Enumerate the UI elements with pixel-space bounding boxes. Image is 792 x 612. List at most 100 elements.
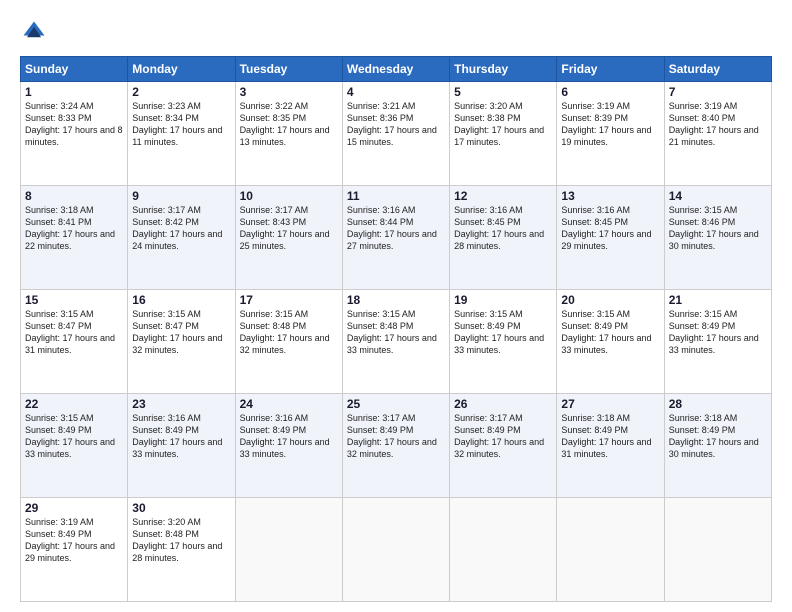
cell-details: Sunrise: 3:15 AMSunset: 8:48 PMDaylight:…: [240, 308, 338, 357]
calendar-cell: [557, 498, 664, 602]
day-number: 15: [25, 293, 123, 307]
cell-details: Sunrise: 3:20 AMSunset: 8:48 PMDaylight:…: [132, 516, 230, 565]
calendar-cell: 19Sunrise: 3:15 AMSunset: 8:49 PMDayligh…: [450, 290, 557, 394]
cell-details: Sunrise: 3:17 AMSunset: 8:43 PMDaylight:…: [240, 204, 338, 253]
cell-details: Sunrise: 3:22 AMSunset: 8:35 PMDaylight:…: [240, 100, 338, 149]
cell-details: Sunrise: 3:16 AMSunset: 8:44 PMDaylight:…: [347, 204, 445, 253]
calendar-cell: 21Sunrise: 3:15 AMSunset: 8:49 PMDayligh…: [664, 290, 771, 394]
cell-details: Sunrise: 3:18 AMSunset: 8:49 PMDaylight:…: [561, 412, 659, 461]
cell-details: Sunrise: 3:16 AMSunset: 8:49 PMDaylight:…: [240, 412, 338, 461]
calendar-header-wednesday: Wednesday: [342, 57, 449, 82]
cell-details: Sunrise: 3:17 AMSunset: 8:42 PMDaylight:…: [132, 204, 230, 253]
calendar-cell: [664, 498, 771, 602]
calendar-cell: 14Sunrise: 3:15 AMSunset: 8:46 PMDayligh…: [664, 186, 771, 290]
day-number: 24: [240, 397, 338, 411]
cell-details: Sunrise: 3:15 AMSunset: 8:46 PMDaylight:…: [669, 204, 767, 253]
calendar-cell: 2Sunrise: 3:23 AMSunset: 8:34 PMDaylight…: [128, 82, 235, 186]
cell-details: Sunrise: 3:19 AMSunset: 8:49 PMDaylight:…: [25, 516, 123, 565]
day-number: 18: [347, 293, 445, 307]
day-number: 5: [454, 85, 552, 99]
calendar-cell: 29Sunrise: 3:19 AMSunset: 8:49 PMDayligh…: [21, 498, 128, 602]
calendar-cell: 20Sunrise: 3:15 AMSunset: 8:49 PMDayligh…: [557, 290, 664, 394]
cell-details: Sunrise: 3:15 AMSunset: 8:47 PMDaylight:…: [25, 308, 123, 357]
calendar-header-thursday: Thursday: [450, 57, 557, 82]
cell-details: Sunrise: 3:24 AMSunset: 8:33 PMDaylight:…: [25, 100, 123, 149]
calendar-cell: 15Sunrise: 3:15 AMSunset: 8:47 PMDayligh…: [21, 290, 128, 394]
day-number: 9: [132, 189, 230, 203]
calendar-cell: [235, 498, 342, 602]
day-number: 3: [240, 85, 338, 99]
calendar-header-sunday: Sunday: [21, 57, 128, 82]
day-number: 1: [25, 85, 123, 99]
day-number: 27: [561, 397, 659, 411]
calendar-header-friday: Friday: [557, 57, 664, 82]
calendar-cell: 9Sunrise: 3:17 AMSunset: 8:42 PMDaylight…: [128, 186, 235, 290]
header: [20, 18, 772, 46]
calendar-cell: 5Sunrise: 3:20 AMSunset: 8:38 PMDaylight…: [450, 82, 557, 186]
day-number: 13: [561, 189, 659, 203]
day-number: 21: [669, 293, 767, 307]
calendar-cell: 28Sunrise: 3:18 AMSunset: 8:49 PMDayligh…: [664, 394, 771, 498]
calendar-cell: [342, 498, 449, 602]
day-number: 2: [132, 85, 230, 99]
calendar-cell: 6Sunrise: 3:19 AMSunset: 8:39 PMDaylight…: [557, 82, 664, 186]
day-number: 4: [347, 85, 445, 99]
calendar-cell: 25Sunrise: 3:17 AMSunset: 8:49 PMDayligh…: [342, 394, 449, 498]
calendar-header-saturday: Saturday: [664, 57, 771, 82]
calendar-cell: [450, 498, 557, 602]
cell-details: Sunrise: 3:17 AMSunset: 8:49 PMDaylight:…: [347, 412, 445, 461]
day-number: 29: [25, 501, 123, 515]
cell-details: Sunrise: 3:16 AMSunset: 8:45 PMDaylight:…: [454, 204, 552, 253]
calendar-cell: 1Sunrise: 3:24 AMSunset: 8:33 PMDaylight…: [21, 82, 128, 186]
cell-details: Sunrise: 3:23 AMSunset: 8:34 PMDaylight:…: [132, 100, 230, 149]
calendar-cell: 3Sunrise: 3:22 AMSunset: 8:35 PMDaylight…: [235, 82, 342, 186]
day-number: 26: [454, 397, 552, 411]
day-number: 7: [669, 85, 767, 99]
day-number: 14: [669, 189, 767, 203]
day-number: 6: [561, 85, 659, 99]
page: SundayMondayTuesdayWednesdayThursdayFrid…: [0, 0, 792, 612]
calendar-cell: 26Sunrise: 3:17 AMSunset: 8:49 PMDayligh…: [450, 394, 557, 498]
calendar-week-row: 1Sunrise: 3:24 AMSunset: 8:33 PMDaylight…: [21, 82, 772, 186]
day-number: 16: [132, 293, 230, 307]
cell-details: Sunrise: 3:15 AMSunset: 8:49 PMDaylight:…: [454, 308, 552, 357]
cell-details: Sunrise: 3:15 AMSunset: 8:48 PMDaylight:…: [347, 308, 445, 357]
calendar-cell: 17Sunrise: 3:15 AMSunset: 8:48 PMDayligh…: [235, 290, 342, 394]
calendar-cell: 30Sunrise: 3:20 AMSunset: 8:48 PMDayligh…: [128, 498, 235, 602]
cell-details: Sunrise: 3:18 AMSunset: 8:49 PMDaylight:…: [669, 412, 767, 461]
calendar-cell: 4Sunrise: 3:21 AMSunset: 8:36 PMDaylight…: [342, 82, 449, 186]
cell-details: Sunrise: 3:15 AMSunset: 8:49 PMDaylight:…: [25, 412, 123, 461]
calendar-cell: 23Sunrise: 3:16 AMSunset: 8:49 PMDayligh…: [128, 394, 235, 498]
day-number: 17: [240, 293, 338, 307]
calendar-week-row: 22Sunrise: 3:15 AMSunset: 8:49 PMDayligh…: [21, 394, 772, 498]
calendar-cell: 7Sunrise: 3:19 AMSunset: 8:40 PMDaylight…: [664, 82, 771, 186]
cell-details: Sunrise: 3:19 AMSunset: 8:40 PMDaylight:…: [669, 100, 767, 149]
cell-details: Sunrise: 3:20 AMSunset: 8:38 PMDaylight:…: [454, 100, 552, 149]
calendar-table: SundayMondayTuesdayWednesdayThursdayFrid…: [20, 56, 772, 602]
day-number: 25: [347, 397, 445, 411]
calendar-header-monday: Monday: [128, 57, 235, 82]
day-number: 19: [454, 293, 552, 307]
calendar-header-tuesday: Tuesday: [235, 57, 342, 82]
cell-details: Sunrise: 3:15 AMSunset: 8:49 PMDaylight:…: [561, 308, 659, 357]
calendar-week-row: 29Sunrise: 3:19 AMSunset: 8:49 PMDayligh…: [21, 498, 772, 602]
cell-details: Sunrise: 3:21 AMSunset: 8:36 PMDaylight:…: [347, 100, 445, 149]
calendar-cell: 13Sunrise: 3:16 AMSunset: 8:45 PMDayligh…: [557, 186, 664, 290]
cell-details: Sunrise: 3:19 AMSunset: 8:39 PMDaylight:…: [561, 100, 659, 149]
calendar-cell: 10Sunrise: 3:17 AMSunset: 8:43 PMDayligh…: [235, 186, 342, 290]
calendar-cell: 16Sunrise: 3:15 AMSunset: 8:47 PMDayligh…: [128, 290, 235, 394]
day-number: 12: [454, 189, 552, 203]
day-number: 28: [669, 397, 767, 411]
calendar-cell: 22Sunrise: 3:15 AMSunset: 8:49 PMDayligh…: [21, 394, 128, 498]
day-number: 8: [25, 189, 123, 203]
cell-details: Sunrise: 3:18 AMSunset: 8:41 PMDaylight:…: [25, 204, 123, 253]
cell-details: Sunrise: 3:15 AMSunset: 8:49 PMDaylight:…: [669, 308, 767, 357]
calendar-cell: 8Sunrise: 3:18 AMSunset: 8:41 PMDaylight…: [21, 186, 128, 290]
day-number: 30: [132, 501, 230, 515]
cell-details: Sunrise: 3:16 AMSunset: 8:49 PMDaylight:…: [132, 412, 230, 461]
calendar-cell: 11Sunrise: 3:16 AMSunset: 8:44 PMDayligh…: [342, 186, 449, 290]
day-number: 20: [561, 293, 659, 307]
calendar-cell: 12Sunrise: 3:16 AMSunset: 8:45 PMDayligh…: [450, 186, 557, 290]
calendar-cell: 18Sunrise: 3:15 AMSunset: 8:48 PMDayligh…: [342, 290, 449, 394]
day-number: 22: [25, 397, 123, 411]
